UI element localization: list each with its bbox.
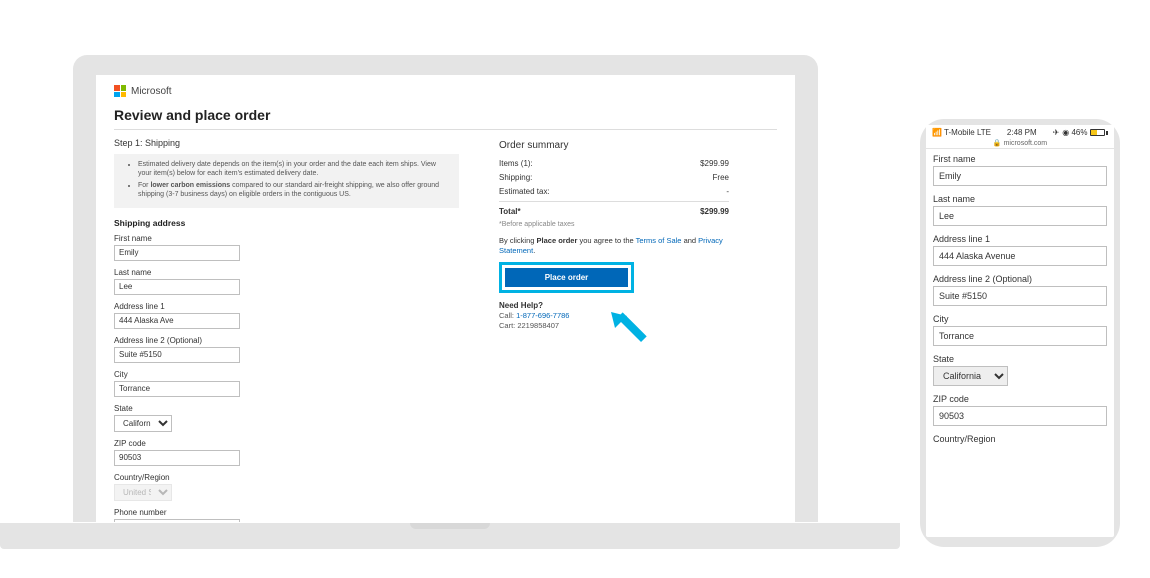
m-address-line-2-input[interactable] (933, 286, 1107, 306)
brand-name: Microsoft (131, 86, 172, 97)
address-line-1-label: Address line 1 (114, 302, 459, 311)
city-label: City (114, 370, 459, 379)
help-phone-link[interactable]: 1-877-696-7786 (516, 311, 569, 320)
lock-icon: 🔒 (993, 139, 1002, 147)
m-city-label: City (933, 314, 1107, 324)
mobile-shipping-form: First name Last name Address line 1 Addr… (926, 150, 1114, 456)
tax-value: - (726, 187, 729, 196)
laptop-screen: Microsoft Review and place order Step 1:… (96, 75, 795, 522)
status-carrier: 📶 T-Mobile LTE (932, 128, 991, 137)
legal-text: By clicking Place order you agree to the… (499, 236, 729, 256)
state-label: State (114, 404, 459, 413)
status-battery-pct: ◉ 46% (1062, 128, 1087, 137)
phone-status-bar: 📶 T-Mobile LTE 2:48 PM ✈︎ ◉ 46% (926, 125, 1114, 139)
summary-divider (499, 201, 729, 202)
shipping-column: Step 1: Shipping Estimated delivery date… (114, 138, 459, 522)
shipping-address-heading: Shipping address (114, 218, 459, 228)
place-order-button[interactable]: Place order (505, 268, 628, 287)
phone-device: 📶 T-Mobile LTE 2:48 PM ✈︎ ◉ 46% 🔒microso… (920, 119, 1120, 547)
terms-of-sale-link[interactable]: Terms of Sale (636, 236, 682, 245)
tax-label: Estimated tax: (499, 187, 550, 196)
m-city-input[interactable] (933, 326, 1107, 346)
shipping-info-box: Estimated delivery date depends on the i… (114, 154, 459, 208)
phone-input[interactable] (114, 519, 240, 522)
m-zip-input[interactable] (933, 406, 1107, 426)
cart-id: 2219858407 (517, 321, 559, 330)
laptop-device: Microsoft Review and place order Step 1:… (73, 55, 818, 522)
m-state-label: State (933, 354, 1107, 364)
status-time: 2:48 PM (1007, 128, 1037, 137)
items-label: Items (1): (499, 159, 533, 168)
phone-label: Phone number (114, 508, 459, 517)
step-title: Step 1: Shipping (114, 138, 459, 148)
m-address-line-1-input[interactable] (933, 246, 1107, 266)
zip-label: ZIP code (114, 439, 459, 448)
total-value: $299.99 (700, 207, 729, 216)
url-host: microsoft.com (1004, 140, 1048, 147)
zip-input[interactable] (114, 450, 240, 466)
total-label: Total* (499, 207, 521, 216)
country-select: United States (114, 484, 172, 501)
battery-icon (1090, 129, 1108, 136)
first-name-input[interactable] (114, 245, 240, 261)
first-name-label: First name (114, 234, 459, 243)
callout-arrow-icon (607, 308, 653, 354)
place-order-highlight: Place order (499, 262, 634, 293)
info-bullet-delivery: Estimated delivery date depends on the i… (138, 160, 451, 179)
state-select[interactable]: California (114, 415, 172, 432)
m-first-name-label: First name (933, 154, 1107, 164)
address-line-1-input[interactable] (114, 313, 240, 329)
m-last-name-label: Last name (933, 194, 1107, 204)
last-name-input[interactable] (114, 279, 240, 295)
items-value: $299.99 (700, 159, 729, 168)
microsoft-logo-icon (114, 85, 126, 97)
m-zip-label: ZIP code (933, 394, 1107, 404)
before-tax-note: *Before applicable taxes (499, 221, 729, 228)
m-address-line-2-label: Address line 2 (Optional) (933, 274, 1107, 284)
m-address-line-1-label: Address line 1 (933, 234, 1107, 244)
address-line-2-input[interactable] (114, 347, 240, 363)
country-label: Country/Region (114, 473, 459, 482)
order-summary-title: Order summary (499, 140, 729, 151)
divider (114, 129, 777, 130)
brand-header: Microsoft (114, 85, 777, 97)
page-title: Review and place order (114, 107, 777, 123)
shipping-value: Free (713, 173, 729, 182)
address-line-2-label: Address line 2 (Optional) (114, 336, 459, 345)
info-bullet-carbon: For lower carbon emissions compared to o… (138, 181, 451, 200)
order-summary-column: Order summary Items (1): $299.99 Shippin… (499, 138, 729, 522)
phone-screen: 📶 T-Mobile LTE 2:48 PM ✈︎ ◉ 46% 🔒microso… (926, 125, 1114, 537)
m-last-name-input[interactable] (933, 206, 1107, 226)
browser-url-bar[interactable]: 🔒microsoft.com (926, 139, 1114, 149)
m-first-name-input[interactable] (933, 166, 1107, 186)
shipping-label: Shipping: (499, 173, 532, 182)
last-name-label: Last name (114, 268, 459, 277)
city-input[interactable] (114, 381, 240, 397)
m-country-label: Country/Region (933, 434, 1107, 444)
laptop-notch (410, 523, 490, 529)
m-state-select[interactable]: California (933, 366, 1008, 386)
